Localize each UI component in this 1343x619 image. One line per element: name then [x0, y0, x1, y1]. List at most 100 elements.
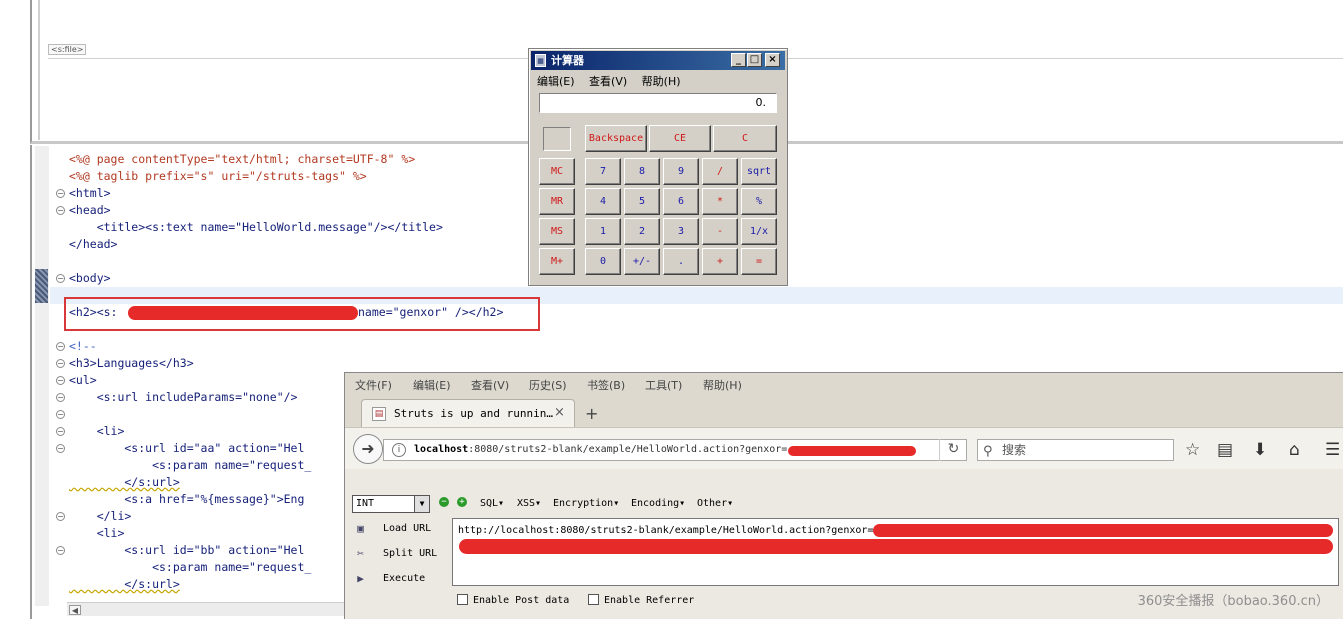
sql-menu[interactable]: SQL▾ — [480, 498, 504, 509]
backspace-button[interactable]: Backspace — [585, 125, 647, 152]
fold-toggle-icon[interactable]: − — [56, 410, 65, 419]
minimize-button[interactable]: _ — [731, 53, 746, 67]
digit-9-button[interactable]: 9 — [663, 158, 699, 185]
mr-button[interactable]: MR — [539, 188, 575, 215]
xss-menu[interactable]: XSS▾ — [517, 498, 541, 509]
percent-button[interactable]: % — [741, 188, 777, 215]
scroll-left-icon[interactable]: ◀ — [69, 605, 81, 615]
chevron-down-icon[interactable]: ▼ — [414, 496, 429, 512]
fold-toggle-icon[interactable]: − — [56, 427, 65, 436]
increase-icon[interactable]: + — [457, 497, 467, 507]
clear-button[interactable]: C — [713, 125, 777, 152]
code-line[interactable]: <li> — [69, 423, 125, 440]
subtract-button[interactable]: - — [702, 218, 738, 245]
menu-tools[interactable]: 工具(T) — [645, 377, 682, 393]
code-line[interactable]: <s:url includeParams="none"/> — [69, 389, 298, 406]
ms-button[interactable]: MS — [539, 218, 575, 245]
fold-toggle-icon[interactable]: − — [56, 206, 65, 215]
close-button[interactable]: × — [765, 53, 780, 67]
code-line[interactable]: <body> — [69, 270, 111, 287]
download-icon[interactable]: ⬇ — [1253, 440, 1267, 460]
m-plus-button[interactable]: M+ — [539, 248, 575, 275]
enable-post-data-checkbox[interactable]: Enable Post data — [457, 594, 569, 606]
tab-close-icon[interactable]: × — [554, 405, 565, 420]
checkbox-box[interactable] — [588, 594, 599, 605]
fold-toggle-icon[interactable]: − — [56, 376, 65, 385]
digit-6-button[interactable]: 6 — [663, 188, 699, 215]
checkbox-box[interactable] — [457, 594, 468, 605]
code-line[interactable]: </s:url> — [69, 474, 179, 491]
code-line[interactable]: <s:a href="%{message}">Eng — [69, 491, 304, 508]
code-line[interactable]: name="genxor" /></h2> — [358, 304, 503, 321]
digit-8-button[interactable]: 8 — [624, 158, 660, 185]
fold-toggle-icon[interactable]: − — [56, 359, 65, 368]
maximize-button[interactable]: □ — [747, 53, 762, 67]
code-line[interactable]: <s:url id="aa" action="Hel — [69, 440, 304, 457]
encoding-menu[interactable]: Encoding▾ — [631, 498, 685, 509]
code-line[interactable]: <s:param name="request_ — [69, 559, 311, 576]
code-line[interactable]: </head> — [69, 236, 117, 253]
code-line[interactable]: <ul> — [69, 372, 97, 389]
fold-toggle-icon[interactable]: − — [56, 342, 65, 351]
fold-toggle-icon[interactable]: − — [56, 546, 65, 555]
digit-5-button[interactable]: 5 — [624, 188, 660, 215]
divide-button[interactable]: / — [702, 158, 738, 185]
fold-toggle-icon[interactable]: − — [56, 512, 65, 521]
menu-file[interactable]: 文件(F) — [355, 377, 392, 393]
clear-entry-button[interactable]: CE — [649, 125, 711, 152]
multiply-button[interactable]: * — [702, 188, 738, 215]
fold-toggle-icon[interactable]: − — [56, 444, 65, 453]
reload-icon[interactable]: ↻ — [939, 439, 967, 461]
reciprocal-button[interactable]: 1/x — [741, 218, 777, 245]
calculator-titlebar[interactable]: ▦ 计算器 _ □ × — [531, 51, 785, 70]
negate-button[interactable]: +/- — [624, 248, 660, 275]
bookmark-star-icon[interactable]: ☆ — [1185, 440, 1200, 460]
load-url-button[interactable]: ▣ Load URL — [351, 520, 451, 540]
decimal-button[interactable]: . — [663, 248, 699, 275]
code-line[interactable]: <s:url id="bb" action="Hel — [69, 542, 304, 559]
menu-bookmarks[interactable]: 书签(B) — [587, 377, 625, 393]
menu-history[interactable]: 历史(S) — [529, 377, 567, 393]
mc-button[interactable]: MC — [539, 158, 575, 185]
digit-2-button[interactable]: 2 — [624, 218, 660, 245]
digit-4-button[interactable]: 4 — [585, 188, 621, 215]
add-button[interactable]: + — [702, 248, 738, 275]
tab-struts[interactable]: ▤ Struts is up and runnin… × — [361, 399, 575, 427]
code-line[interactable]: <title><s:text name="HelloWorld.message"… — [69, 219, 443, 236]
enable-referrer-checkbox[interactable]: Enable Referrer — [588, 594, 694, 606]
reading-list-icon[interactable]: ▤ — [1217, 440, 1233, 460]
fold-toggle-icon[interactable]: − — [56, 393, 65, 402]
code-line[interactable]: </li> — [69, 508, 132, 525]
split-url-button[interactable]: ✂ Split URL — [351, 545, 451, 565]
code-line[interactable]: <html> — [69, 185, 111, 202]
code-line[interactable]: <!-- — [69, 338, 97, 355]
code-line[interactable]: <s:param name="request_ — [69, 457, 311, 474]
home-icon[interactable]: ⌂ — [1289, 440, 1300, 460]
sqrt-button[interactable]: sqrt — [741, 158, 777, 185]
other-menu[interactable]: Other▾ — [697, 498, 733, 509]
code-line[interactable]: </s:url> — [69, 576, 179, 593]
execute-button[interactable]: ▶ Execute — [351, 570, 451, 590]
digit-3-button[interactable]: 3 — [663, 218, 699, 245]
type-select[interactable]: INT ▼ — [352, 495, 430, 513]
menu-view[interactable]: 查看(V) — [471, 377, 509, 393]
search-input[interactable]: ⚲ 搜索 — [977, 439, 1174, 461]
code-line[interactable]: <head> — [69, 202, 111, 219]
digit-7-button[interactable]: 7 — [585, 158, 621, 185]
menu-edit[interactable]: 编辑(E) — [413, 377, 451, 393]
url-bar[interactable]: i localhost:8080/struts2-blank/example/H… — [383, 439, 967, 461]
code-line[interactable]: <%@ page contentType="text/html; charset… — [69, 151, 415, 168]
hackbar-url-textarea[interactable]: http://localhost:8080/struts2-blank/exam… — [452, 518, 1339, 586]
menu-help[interactable]: 帮助(H) — [642, 75, 681, 88]
equals-button[interactable]: = — [741, 248, 777, 275]
menu-help[interactable]: 帮助(H) — [703, 377, 742, 393]
menu-view[interactable]: 查看(V) — [589, 75, 627, 88]
back-button[interactable]: ➜ — [353, 434, 383, 464]
code-line[interactable]: <h3>Languages</h3> — [69, 355, 194, 372]
code-line[interactable]: <li> — [69, 525, 125, 542]
fold-toggle-icon[interactable]: − — [56, 274, 65, 283]
menu-edit[interactable]: 编辑(E) — [537, 75, 575, 88]
fold-toggle-icon[interactable]: − — [56, 189, 65, 198]
digit-1-button[interactable]: 1 — [585, 218, 621, 245]
code-line[interactable]: <h2><s: — [69, 304, 117, 321]
